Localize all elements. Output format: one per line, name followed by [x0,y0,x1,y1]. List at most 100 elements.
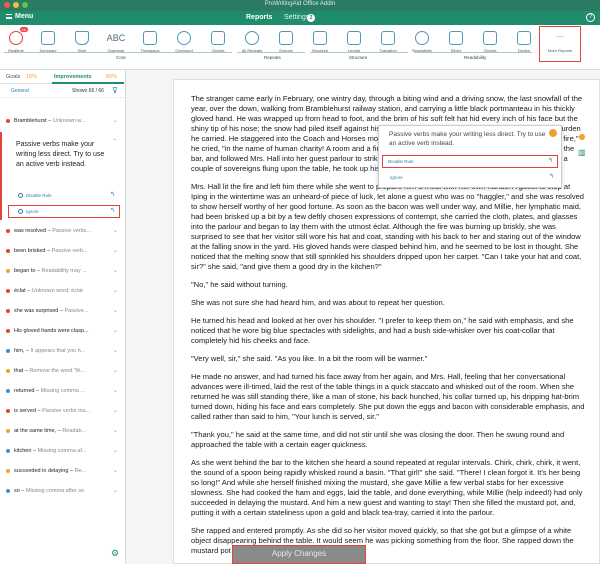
chevron-down-icon[interactable]: ⌄ [113,347,118,354]
item-detail: Passive verbs ma... [42,408,91,414]
tool-style[interactable]: Style [69,28,95,58]
chevron-down-icon[interactable]: ⌄ [113,407,118,414]
tool-grammar[interactable]: ABC Grammar [103,28,129,58]
list-item[interactable]: at the same time, – Readab... ⌄ [0,422,125,442]
summary-icon [41,31,55,45]
chevron-down-icon[interactable]: ⌄ [113,387,118,394]
item-text: began to – Readability may ... [14,268,87,274]
chevron-down-icon[interactable]: ⌄ [113,117,118,124]
undo-arrow-icon[interactable]: ↰ [549,173,554,180]
tool-cliches-2[interactable]: Clichés [477,28,503,58]
settings-gear-icon[interactable]: ⚙ [111,548,119,559]
item-text: returned – Missing comma ... [14,388,85,394]
tool-echoes[interactable]: Echoes [273,28,299,58]
severity-dot [6,269,10,273]
list-item[interactable]: she was surprised – Passive... ⌄ [0,302,125,322]
item-text: that – Remove the word "th... [14,368,86,374]
tool-cliches[interactable]: Clichés [205,28,231,58]
diction-icon [517,31,531,45]
list-item[interactable]: that – Remove the word "th... ⌄ [0,362,125,382]
list-item[interactable]: been brisked – Passive verb... ⌄ [0,242,125,262]
length-icon [347,31,361,45]
chevron-down-icon[interactable]: ⌄ [113,327,118,334]
popover-ignore[interactable]: Ignore ↰ [382,172,558,185]
tool-transition[interactable]: Transition [375,28,401,58]
group-line-repeats [237,52,305,53]
filter-icon[interactable]: ⊽ [112,86,118,95]
hamburger-icon [6,14,12,19]
paragraph: He turned his head and looked at her ove… [191,316,574,345]
item-text: been brisked – Passive verb... [14,248,88,254]
item-word: that [14,368,24,374]
chevron-down-icon[interactable]: ⌄ [113,487,118,494]
chevron-down-icon[interactable]: ⌄ [113,307,118,314]
window-title: ProWritingAid Office Addin [264,1,336,7]
chevron-down-icon[interactable]: ⌄ [113,287,118,294]
thesaurus-icon [143,31,157,45]
paragraph: He made no answer, and had turned his fa… [191,372,585,421]
tab-improvements[interactable]: Improvements [54,74,92,80]
tool-summary[interactable]: Summary [35,28,61,58]
popover-message: Passive verbs make your writing less dir… [389,131,546,147]
tool-structure[interactable]: Structure [307,28,333,58]
list-item[interactable]: him, – It appears that you h... ⌄ [0,342,125,362]
list-item[interactable]: so – Missing comma after so ⌄ [0,482,125,502]
tool-realtime[interactable]: 66 Realtime [3,27,29,58]
list-item[interactable]: succeeded in delaying – Re... ⌄ [0,462,125,482]
list-item[interactable]: is served – Passive verbs ma... ⌄ [0,402,125,422]
chevron-down-icon[interactable]: ⌄ [113,227,118,234]
stats-icon[interactable]: ▥ [578,148,586,157]
list-item[interactable]: was resolved – Passive verbs... ⌄ [0,222,125,242]
status-dot-icon[interactable] [579,134,585,140]
tab-goals[interactable]: Goals [6,74,20,80]
paragraph: "Thank you," he said at the same time, a… [191,430,565,449]
help-icon[interactable]: ? [586,13,595,22]
paragraph: "No," he said without turning. [191,280,288,289]
item-text: kitchen – Missing comma af... [14,448,87,454]
chevron-down-icon[interactable]: ⌄ [113,247,118,254]
app-window: ProWritingAid Office Addin Menu Reports … [0,0,600,564]
settings-badge: 2 [307,14,315,22]
tool-all-repeats[interactable]: All Repeats [239,28,265,58]
list-item[interactable]: His gloved hands were clasp... ⌄ [0,322,125,342]
tool-thesaurus[interactable]: Thesaurus [137,28,163,58]
paragraph: She was not sure she had heard him, and … [191,298,445,307]
apply-changes-button[interactable]: Apply Changes [232,545,366,564]
improvements-sidebar: Goals 16% Improvements 65% General Shown… [0,70,126,564]
tool-overused[interactable]: Overused [171,28,197,58]
tab-settings[interactable]: Settings [284,14,309,21]
list-item[interactable]: kitchen – Missing comma af... ⌄ [0,442,125,462]
tool-length[interactable]: Length [341,28,367,58]
tool-readability[interactable]: Readability [409,28,435,58]
item-text: so – Missing comma after so [14,488,85,494]
severity-dot [6,309,10,313]
chevron-down-icon[interactable]: ⌄ [113,427,118,434]
grammar-icon: ABC [106,33,126,43]
chevron-up-icon[interactable]: ⌃ [112,138,117,145]
menu-button[interactable]: Menu [6,13,33,20]
list-item[interactable]: returned – Missing comma ... ⌄ [0,382,125,402]
item-word: began to [14,268,36,274]
disable-label: Disable Rule [26,193,52,198]
disable-rule-button[interactable]: Disable Rule [18,193,52,199]
tab-reports[interactable]: Reports [246,14,272,21]
chevron-down-icon[interactable]: ⌄ [113,367,118,374]
sidebar-filter-bar: General Shown 66 / 66 ⊽ [0,84,125,98]
chevron-down-icon[interactable]: ⌄ [113,267,118,274]
item-detail: Missing comma after so [25,488,85,494]
undo-arrow-icon[interactable]: ↰ [548,157,553,164]
list-item[interactable]: éclat – Unknown word: éclat ⌄ [0,282,125,302]
tool-diction[interactable]: Diction [511,28,537,58]
list-item[interactable]: began to – Readability may ... ⌄ [0,262,125,282]
chevron-down-icon[interactable]: ⌄ [113,467,118,474]
tool-sticky[interactable]: Sticky [443,28,469,58]
group-label-core: Core [116,55,126,60]
undo-arrow-icon[interactable]: ↰ [110,191,115,198]
item-text: éclat – Unknown word: éclat [14,288,83,294]
popover-disable-rule[interactable]: Disable Rule ↰ [382,155,558,168]
severity-dot [6,469,10,473]
filter-general[interactable]: General [11,88,29,94]
list-item[interactable]: Bramblehurst – Unknown w... ⌄ [0,112,125,132]
item-text: she was surprised – Passive... [14,308,89,314]
chevron-down-icon[interactable]: ⌄ [113,447,118,454]
